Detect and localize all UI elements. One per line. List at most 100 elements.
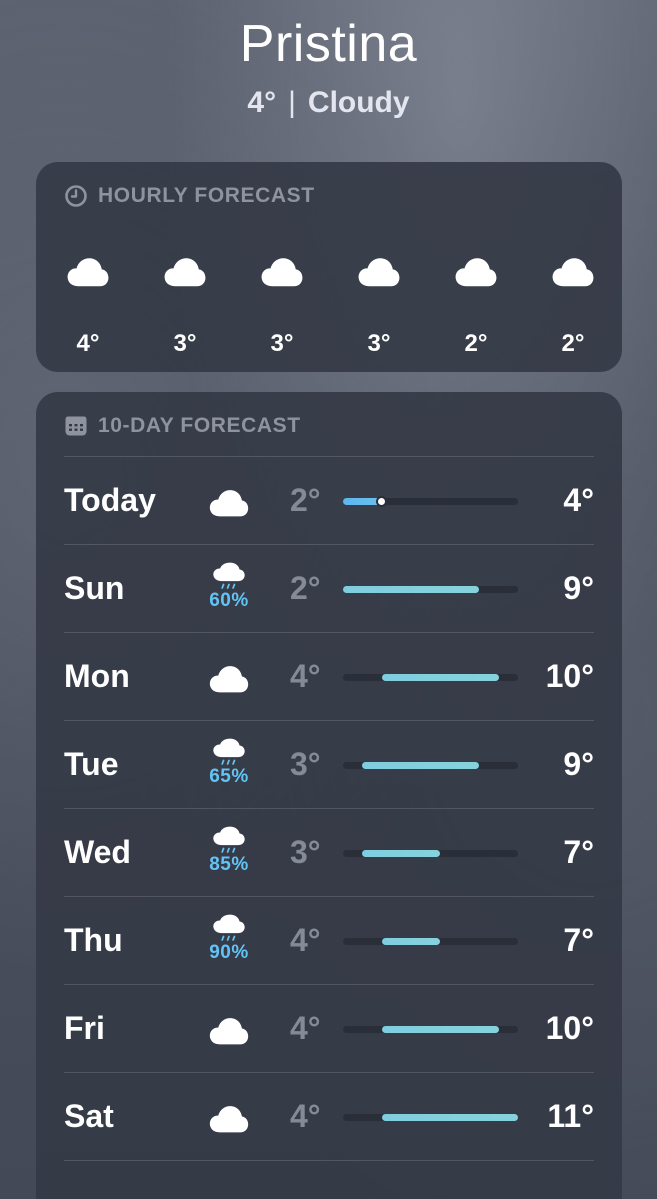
hourly-item: 4° — [58, 250, 118, 358]
low-temperature: 2° — [290, 482, 321, 518]
cloud-icon — [552, 258, 594, 287]
day-condition — [200, 1090, 258, 1134]
day-condition: 65% — [200, 738, 258, 788]
hourly-item: 2° — [446, 250, 506, 358]
current-temperature: 4° — [247, 86, 277, 119]
calendar-icon — [65, 416, 87, 436]
temperature-range-fill — [381, 674, 499, 681]
precipitation-chance: 85% — [209, 854, 249, 875]
day-condition: 90% — [200, 914, 258, 964]
cloud-rain-icon — [213, 562, 245, 589]
hourly-temperature: 3° — [173, 330, 197, 357]
hourly-item: 3° — [155, 250, 215, 358]
day-label: Mon — [64, 658, 130, 694]
daily-row[interactable]: Today 2° 4° — [36, 456, 622, 544]
day-label: Sat — [64, 1098, 114, 1134]
day-condition — [200, 1002, 258, 1046]
high-temperature: 10° — [545, 1010, 594, 1046]
temperature-range-fill — [381, 1114, 518, 1121]
cloud-rain-icon — [213, 826, 245, 853]
daily-row[interactable]: Wed 85% 3° 7° — [36, 808, 622, 896]
hourly-forecast-card[interactable]: HOURLY FORECAST 4° 3° 3° 3° 2° 2° — [36, 162, 622, 372]
hourly-temperature: 2° — [561, 330, 585, 357]
cloud-rain-icon — [213, 914, 245, 941]
precipitation-chance: 60% — [209, 590, 249, 611]
daily-row[interactable]: Thu 90% 4° 7° — [36, 896, 622, 984]
cloud-icon — [67, 258, 109, 287]
high-temperature: 10° — [545, 658, 594, 694]
daily-row[interactable]: Sat 4° 11° — [36, 1072, 622, 1160]
cloud-icon — [455, 258, 497, 287]
high-temperature: 9° — [563, 746, 594, 782]
cloud-icon — [209, 1018, 249, 1045]
day-condition: 60% — [200, 562, 258, 612]
ten-day-forecast-header: 10-DAY FORECAST — [64, 414, 301, 438]
current-temperature-dot — [375, 496, 387, 507]
ten-day-forecast-card[interactable]: 10-DAY FORECAST Today 2° 4° Sun 60% 2° 9° Mon 4°… — [36, 392, 622, 1199]
cloud-icon — [209, 1106, 249, 1133]
daily-row[interactable]: Mon 4° 10° — [36, 632, 622, 720]
current-condition: Cloudy — [307, 86, 410, 119]
cloud-icon — [164, 258, 206, 287]
day-label: Fri — [64, 1010, 105, 1046]
high-temperature: 7° — [563, 922, 594, 958]
day-label: Wed — [64, 834, 131, 870]
temperature-range-fill — [362, 850, 441, 857]
day-label: Sun — [64, 570, 125, 606]
precipitation-chance: 90% — [209, 942, 249, 963]
temperature-range-fill — [362, 762, 480, 769]
hourly-temperature: 3° — [367, 330, 391, 357]
cloud-rain-icon — [213, 738, 245, 765]
temperature-range-bar — [343, 1026, 518, 1033]
hourly-temperature: 4° — [76, 330, 100, 357]
temperature-range-bar — [343, 674, 518, 681]
low-temperature: 4° — [290, 1010, 321, 1046]
current-conditions: 4° | Cloudy — [0, 86, 657, 120]
hourly-forecast-header: HOURLY FORECAST — [64, 184, 315, 208]
hourly-item: 3° — [252, 250, 312, 358]
hourly-temperature: 2° — [464, 330, 488, 357]
day-label: Thu — [64, 922, 123, 958]
high-temperature: 4° — [563, 482, 594, 518]
daily-row[interactable]: Sun 60% 2° 9° — [36, 544, 622, 632]
temperature-range-bar — [343, 850, 518, 857]
temperature-range-bar — [343, 762, 518, 769]
temperature-range-bar — [343, 496, 518, 507]
day-condition — [200, 650, 258, 694]
low-temperature: 4° — [290, 922, 321, 958]
temperature-range-fill — [381, 938, 441, 945]
daily-row[interactable]: Fri 4° 10° — [36, 984, 622, 1072]
cloud-icon — [261, 258, 303, 287]
daily-row[interactable]: Tue 65% 3° 9° — [36, 720, 622, 808]
temperature-range-bar — [343, 586, 518, 593]
precipitation-chance: 65% — [209, 766, 249, 787]
temperature-range-fill — [381, 1026, 499, 1033]
low-temperature: 3° — [290, 746, 321, 782]
hourly-item: 2° — [543, 250, 603, 358]
separator: | — [288, 86, 296, 119]
hourly-item: 3° — [349, 250, 409, 358]
high-temperature: 11° — [547, 1098, 594, 1134]
temperature-range-fill — [343, 586, 480, 593]
cloud-icon — [358, 258, 400, 287]
hourly-forecast-title: HOURLY FORECAST — [98, 184, 315, 207]
low-temperature: 4° — [290, 658, 321, 694]
hourly-temperature: 3° — [270, 330, 294, 357]
temperature-range-bar — [343, 1114, 518, 1121]
cloud-icon — [209, 490, 249, 517]
ten-day-forecast-title: 10-DAY FORECAST — [98, 414, 301, 437]
high-temperature: 7° — [563, 834, 594, 870]
row-divider — [64, 1160, 594, 1161]
day-label: Tue — [64, 746, 119, 782]
low-temperature: 4° — [290, 1098, 321, 1134]
low-temperature: 2° — [290, 570, 321, 606]
day-condition — [200, 474, 258, 518]
cloud-icon — [209, 666, 249, 693]
clock-icon — [65, 185, 87, 207]
day-label: Today — [64, 482, 156, 518]
day-condition: 85% — [200, 826, 258, 876]
high-temperature: 9° — [563, 570, 594, 606]
temperature-range-bar — [343, 938, 518, 945]
city-name: Pristina — [239, 15, 418, 73]
low-temperature: 3° — [290, 834, 321, 870]
